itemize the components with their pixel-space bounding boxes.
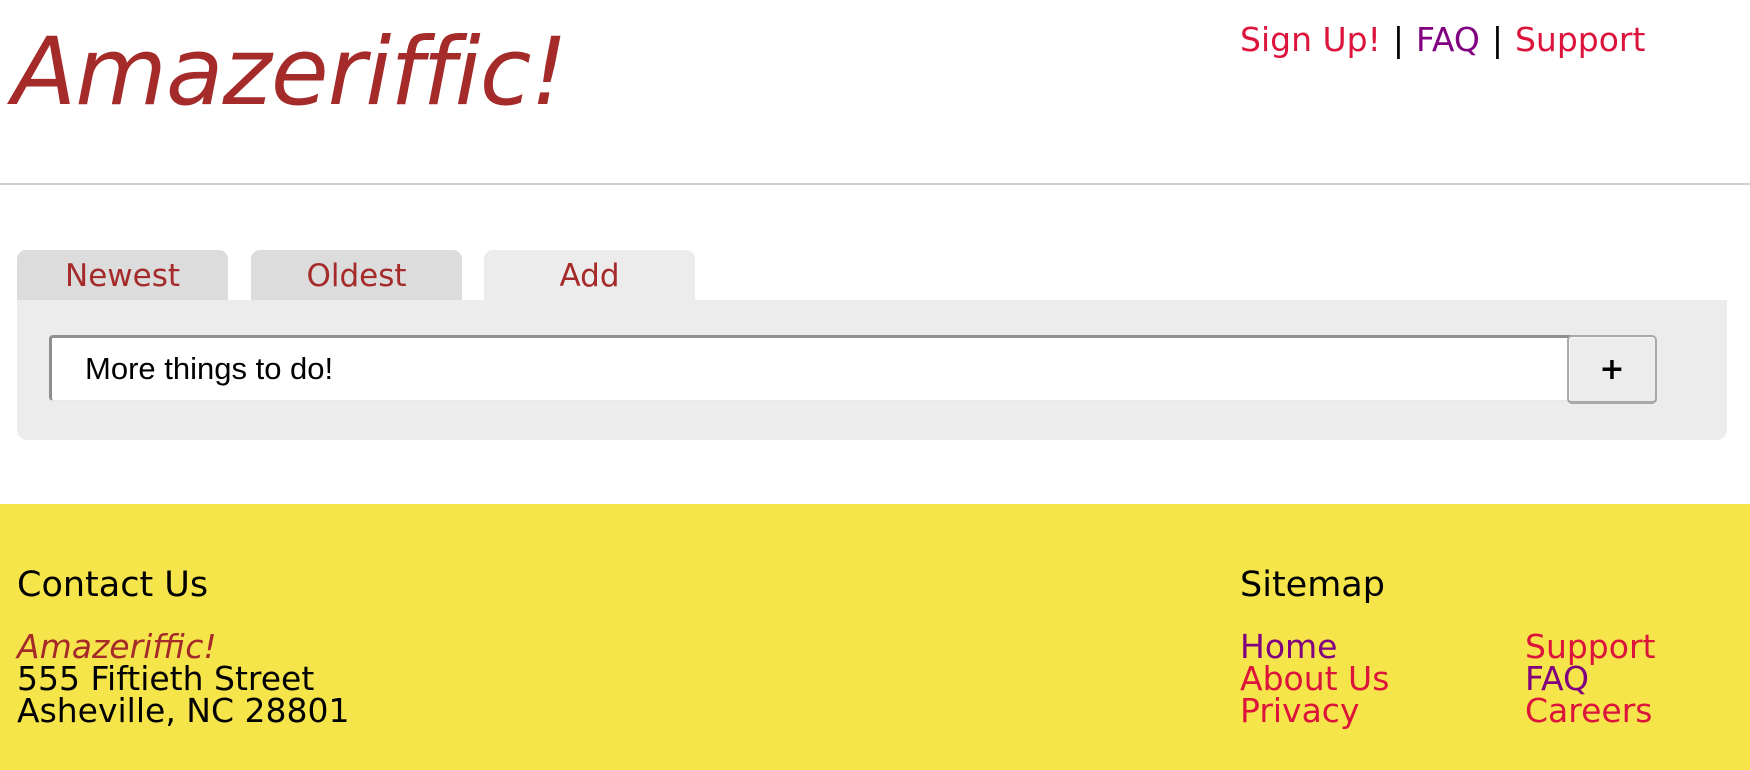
todo-input[interactable]	[49, 335, 1577, 401]
tab-oldest[interactable]: Oldest	[251, 250, 462, 301]
sitemap-heading: Sitemap	[1240, 565, 1385, 605]
logo: Amazeriffic!	[12, 18, 568, 127]
add-panel: +	[17, 300, 1727, 440]
tab-newest[interactable]: Newest	[17, 250, 228, 301]
nav-separator: |	[1491, 20, 1503, 59]
contact-section: Contact Us Amazeriffic! 555 Fiftieth Str…	[17, 564, 350, 727]
tab-add[interactable]: Add	[484, 250, 695, 301]
header: Amazeriffic! Sign Up! | FAQ | Support	[0, 0, 1750, 185]
nav-separator: |	[1392, 20, 1404, 59]
sitemap-link-privacy[interactable]: Privacy	[1240, 694, 1389, 727]
faq-link[interactable]: FAQ	[1416, 20, 1480, 59]
sitemap-column: Support FAQ Careers	[1525, 630, 1655, 727]
city-address: Asheville, NC 28801	[17, 691, 350, 730]
sitemap-section: Sitemap Home About Us Privacy Support FA…	[1240, 564, 1740, 731]
address: Amazeriffic! 555 Fiftieth Street Ashevil…	[17, 630, 350, 730]
signup-link[interactable]: Sign Up!	[1240, 20, 1381, 59]
support-link[interactable]: Support	[1515, 20, 1645, 59]
page: Amazeriffic! Sign Up! | FAQ | Support Newest…	[0, 0, 1750, 770]
top-nav: Sign Up! | FAQ | Support	[1240, 20, 1645, 60]
sitemap-links: Home About Us Privacy Support FAQ Career…	[1240, 630, 1740, 731]
sitemap-column: Home About Us Privacy	[1240, 630, 1389, 727]
footer: Contact Us Amazeriffic! 555 Fiftieth Str…	[0, 504, 1750, 770]
contact-heading: Contact Us	[17, 565, 209, 605]
sitemap-link-careers[interactable]: Careers	[1525, 694, 1655, 727]
add-todo-button[interactable]: +	[1567, 335, 1657, 404]
